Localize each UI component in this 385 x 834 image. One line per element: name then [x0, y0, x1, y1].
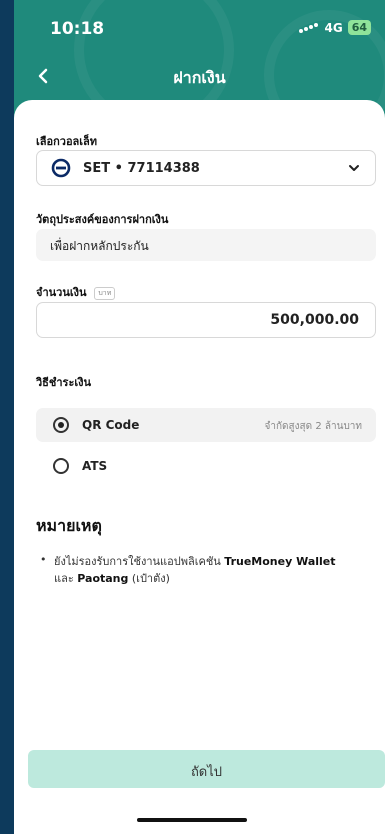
chevron-down-icon — [349, 165, 359, 171]
currency-unit-badge: บาท — [94, 286, 116, 300]
amount-value: 500,000.00 — [270, 312, 359, 328]
next-button[interactable]: ถัดไป — [28, 750, 385, 788]
form-sheet: เลือกวอลเล็ท SET • 77114388 วัตถุประสงค์… — [14, 100, 385, 834]
radio-unselected-icon — [53, 458, 69, 474]
payment-option-qr-code[interactable]: QR Code จำกัดสูงสุด 2 ล้านบาท — [36, 408, 376, 442]
amount-input[interactable]: 500,000.00 — [36, 302, 376, 338]
purpose-label: วัตถุประสงค์ของการฝากเงิน — [36, 213, 169, 226]
next-button-label: ถัดไป — [190, 765, 223, 780]
note-text: ยังไม่รองรับการใช้งานแอปพลิเคชัน TrueMon… — [54, 553, 364, 587]
note-text-suffix: (เป๋าตัง) — [128, 572, 170, 585]
note-title: หมายเหตุ — [36, 516, 102, 535]
purpose-field: เพื่อฝากหลักประกัน — [36, 229, 376, 261]
payment-option-ats[interactable]: ATS — [36, 449, 376, 483]
payment-method-label: วิธีชำระเงิน — [36, 376, 91, 389]
purpose-value: เพื่อฝากหลักประกัน — [50, 239, 149, 253]
battery-icon: 64 — [347, 20, 371, 35]
wallet-label: เลือกวอลเล็ท — [36, 135, 98, 148]
status-bar: 10:18 4G 64 — [14, 0, 385, 56]
network-type: 4G — [324, 20, 343, 35]
note-bullet: • — [40, 553, 47, 566]
home-indicator — [137, 818, 247, 822]
payment-option-label: QR Code — [82, 418, 140, 432]
wallet-select[interactable]: SET • 77114388 — [36, 150, 376, 186]
page-title: ฝากเงิน — [173, 68, 226, 87]
payment-option-label: ATS — [82, 459, 108, 473]
payment-option-limit: จำกัดสูงสุด 2 ล้านบาท — [264, 421, 362, 432]
phone-screen: 10:18 4G 64 ฝากเงิน เลือกวอลเล็ท SET • 7… — [14, 0, 385, 834]
note-app-paotang: Paotang — [77, 572, 129, 585]
note-text-mid: และ — [54, 572, 78, 585]
note-text-prefix: ยังไม่รองรับการใช้งานแอปพลิเคชัน — [54, 555, 225, 568]
status-indicators: 4G 64 — [299, 20, 371, 35]
note-app-truemoney: TrueMoney Wallet — [224, 555, 336, 568]
signal-icon — [299, 23, 319, 33]
wallet-logo-icon — [51, 158, 71, 178]
radio-selected-icon — [53, 417, 69, 433]
header: ฝากเงิน — [14, 56, 385, 100]
amount-label: จำนวนเงิน บาท — [36, 283, 116, 301]
amount-label-text: จำนวนเงิน — [36, 286, 87, 299]
status-time: 10:18 — [50, 19, 105, 39]
wallet-selected-value: SET • 77114388 — [83, 161, 200, 176]
